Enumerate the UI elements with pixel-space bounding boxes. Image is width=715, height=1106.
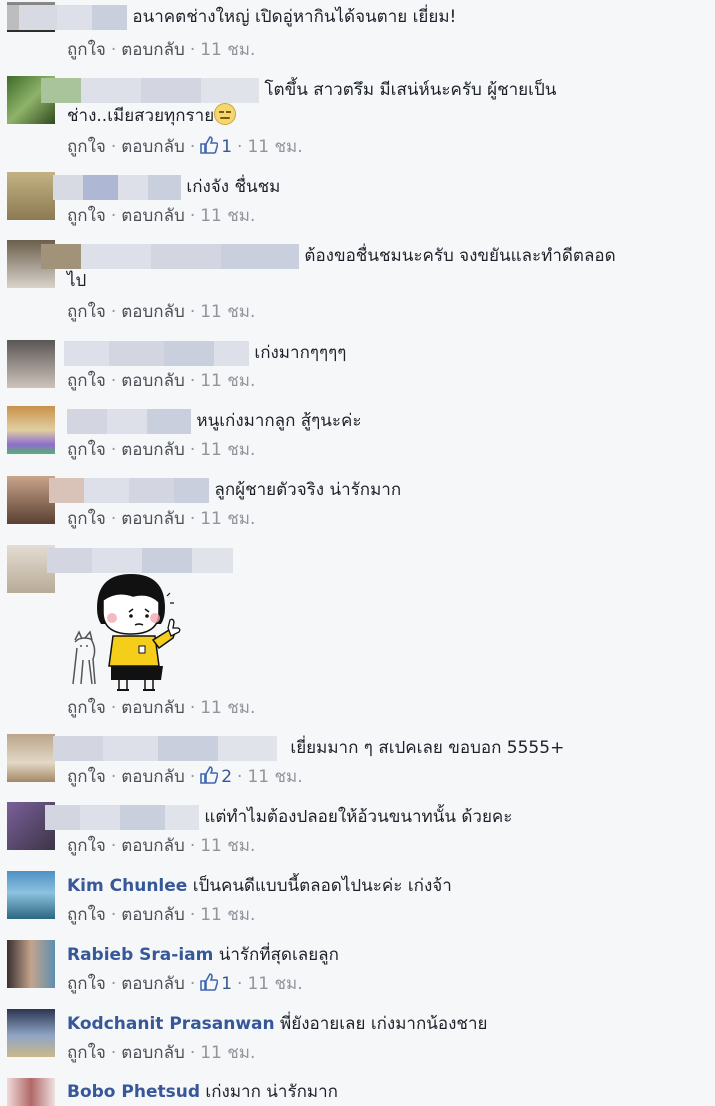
comment-text: โตขึ้น สาวตรึม มีเสน่ห์นะครับ ผู้ชายเป็น [264, 80, 557, 100]
timestamp[interactable]: 11 ชม. [200, 905, 255, 925]
commenter-name[interactable]: Rabieb Sra-iam [67, 945, 213, 965]
blurred-name [64, 341, 249, 366]
like-link[interactable]: ถูกใจ [67, 509, 106, 529]
reply-link[interactable]: ตอบกลับ [121, 905, 185, 925]
like-link[interactable]: ถูกใจ [67, 40, 106, 60]
comment-actions: ถูกใจ · ตอบกลับ · 11 ชม. [67, 836, 256, 856]
timestamp[interactable]: 11 ชม. [247, 767, 302, 787]
comment-actions: ถูกใจ · ตอบกลับ · 11 ชม. [67, 440, 256, 460]
comment-text: เก่งจัง ชื่นชม [186, 177, 281, 197]
like-count[interactable]: 1 [200, 136, 232, 157]
like-link[interactable]: ถูกใจ [67, 698, 106, 718]
like-link[interactable]: ถูกใจ [67, 371, 106, 391]
comment-actions: ถูกใจ · ตอบกลับ · 11 ชม. [67, 905, 256, 925]
comment-text: ต้องขอชื่นชมนะครับ จงขยันและทำดีตลอด [304, 246, 616, 266]
comment-actions: ถูกใจ · ตอบกลับ · 1 · 11 ชม. [67, 136, 303, 157]
timestamp[interactable]: 11 ชม. [200, 509, 255, 529]
comment-actions: ถูกใจ · ตอบกลับ · 2 · 11 ชม. [67, 766, 303, 787]
reply-link[interactable]: ตอบกลับ [121, 1043, 185, 1063]
avatar[interactable] [7, 871, 55, 919]
reply-link[interactable]: ตอบกลับ [121, 509, 185, 529]
comment-actions: ถูกใจ · ตอบกลับ · 11 ชม. [67, 371, 256, 391]
like-link[interactable]: ถูกใจ [67, 767, 106, 787]
comment-actions: ถูกใจ · ตอบกลับ · 11 ชม. [67, 509, 256, 529]
comment-actions: ถูกใจ · ตอบกลับ · 11 ชม. [67, 40, 256, 60]
girl-thumbs-up-sticker [72, 574, 181, 691]
timestamp[interactable]: 11 ชม. [200, 698, 255, 718]
timestamp[interactable]: 11 ชม. [200, 302, 255, 322]
comment-text: ลูกผู้ชายตัวจริง น่ารักมาก [214, 480, 402, 500]
like-link[interactable]: ถูกใจ [67, 1043, 106, 1063]
commenter-name[interactable]: Kim Chunlee [67, 876, 187, 896]
avatar[interactable] [7, 1078, 55, 1106]
comment-text: หนูเก่งมากลูก สู้ๆนะค่ะ [196, 411, 362, 431]
avatar[interactable] [7, 340, 55, 388]
like-link[interactable]: ถูกใจ [67, 206, 106, 226]
reply-link[interactable]: ตอบกลับ [121, 440, 185, 460]
avatar[interactable] [7, 734, 55, 782]
comment-actions: ถูกใจ · ตอบกลับ · 11 ชม. [67, 206, 256, 226]
avatar[interactable] [7, 476, 55, 524]
reply-link[interactable]: ตอบกลับ [121, 40, 185, 60]
grinning-face-emoji [214, 103, 237, 125]
timestamp[interactable]: 11 ชม. [200, 1043, 255, 1063]
comment-text: น่ารักที่สุดเลยลูก [218, 945, 339, 965]
avatar[interactable] [7, 940, 55, 988]
blurred-name [53, 736, 277, 761]
like-link[interactable]: ถูกใจ [67, 302, 106, 322]
comment-text: อนาคตช่างใหญ่ เปิดอู่หากินได้จนตาย เยี่ย… [132, 7, 457, 27]
timestamp[interactable]: 11 ชม. [200, 836, 255, 856]
like-link[interactable]: ถูกใจ [67, 137, 106, 157]
comment-actions: ถูกใจ · ตอบกลับ · 11 ชม. [67, 1043, 256, 1063]
blurred-name [7, 5, 127, 30]
thumbs-up-icon [200, 136, 219, 154]
comment-actions: ถูกใจ · ตอบกลับ · 11 ชม. [67, 302, 256, 322]
like-link[interactable]: ถูกใจ [67, 836, 106, 856]
reply-link[interactable]: ตอบกลับ [121, 206, 185, 226]
thumbs-up-icon [200, 766, 219, 784]
comment-text: แต่ทำไมต้องปลอยให้อ้วนขนาทนั้น ด้วยคะ [204, 807, 513, 827]
reply-link[interactable]: ตอบกลับ [121, 302, 185, 322]
like-count[interactable]: 1 [200, 973, 232, 994]
like-count[interactable]: 2 [200, 766, 232, 787]
timestamp[interactable]: 11 ชม. [200, 371, 255, 391]
timestamp[interactable]: 11 ชม. [247, 974, 302, 994]
avatar[interactable] [7, 406, 55, 454]
comment-actions: ถูกใจ · ตอบกลับ · 11 ชม. [67, 698, 256, 718]
reply-link[interactable]: ตอบกลับ [121, 371, 185, 391]
comment-actions: ถูกใจ · ตอบกลับ · 1 · 11 ชม. [67, 973, 303, 994]
comment-text-line2: ช่าง..เมียสวยทุกราย [67, 106, 215, 126]
commenter-name[interactable]: Kodchanit Prasanwan [67, 1014, 275, 1034]
like-link[interactable]: ถูกใจ [67, 974, 106, 994]
blurred-name [53, 175, 181, 200]
blurred-name [41, 244, 299, 269]
comment-text: เป็นคนดีแบบนี้ตลอดไปนะค่ะ เก่งจ้า [192, 876, 452, 896]
blurred-name [49, 478, 209, 503]
thumbs-up-icon [200, 973, 219, 991]
reply-link[interactable]: ตอบกลับ [121, 974, 185, 994]
blurred-name [41, 78, 259, 103]
avatar[interactable] [7, 172, 55, 220]
reply-link[interactable]: ตอบกลับ [121, 836, 185, 856]
reply-link[interactable]: ตอบกลับ [121, 698, 185, 718]
timestamp[interactable]: 11 ชม. [247, 137, 302, 157]
reply-link[interactable]: ตอบกลับ [121, 767, 185, 787]
comment-text-line2: ไป [67, 271, 87, 291]
comment-text: เยี่ยมมาก ๆ สเปคเลย ขอบอก 5555+ [290, 738, 565, 758]
commenter-name[interactable]: Bobo Phetsud [67, 1082, 200, 1102]
timestamp[interactable]: 11 ชม. [200, 440, 255, 460]
like-link[interactable]: ถูกใจ [67, 905, 106, 925]
comment-text: เก่งมากๆๆๆๆ [254, 343, 347, 363]
avatar[interactable] [7, 1009, 55, 1057]
timestamp[interactable]: 11 ชม. [200, 40, 255, 60]
timestamp[interactable]: 11 ชม. [200, 206, 255, 226]
blurred-name [67, 409, 191, 434]
blurred-name [45, 805, 199, 830]
comment-text: เก่งมาก น่ารักมาก [205, 1082, 338, 1102]
comment-text: พี่ยังอายเลย เก่งมากน้องชาย [280, 1014, 488, 1034]
like-link[interactable]: ถูกใจ [67, 440, 106, 460]
reply-link[interactable]: ตอบกลับ [121, 137, 185, 157]
